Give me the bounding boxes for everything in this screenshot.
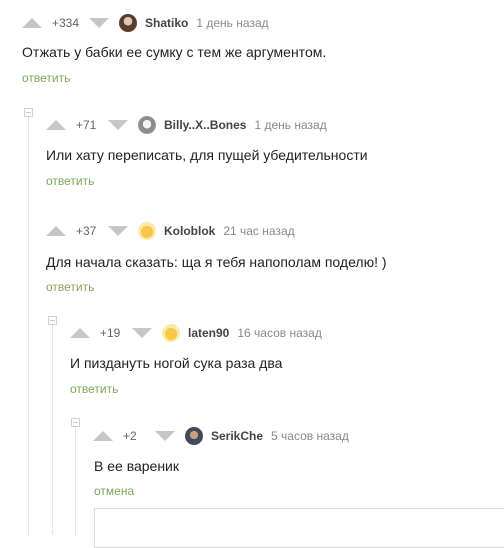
thread-line <box>28 116 29 536</box>
thread-line <box>52 324 53 534</box>
reply-link[interactable]: ответить <box>46 280 94 294</box>
arrow-up-icon[interactable] <box>93 431 113 441</box>
collapse-icon[interactable] <box>71 418 80 427</box>
comment-text: В ее вареник <box>94 458 180 474</box>
comment-time[interactable]: 5 часов назад <box>271 429 349 443</box>
comment-text: И пиздануть ногой сука раза два <box>70 355 283 371</box>
comment-author[interactable]: Shatiko <box>145 16 188 30</box>
comment-author[interactable]: Billy..X..Bones <box>164 118 246 132</box>
thread-line <box>75 426 76 536</box>
comment-header: +2 SerikChe 5 часов назад <box>93 426 349 446</box>
comment-time[interactable]: 16 часов назад <box>237 326 321 340</box>
arrow-down-icon[interactable] <box>108 120 128 130</box>
comment-text: Или хату переписать, для пущей убедитель… <box>46 147 368 163</box>
arrow-up-icon[interactable] <box>70 328 90 338</box>
comment-header: +19 laten90 16 часов назад <box>70 323 322 343</box>
avatar[interactable] <box>138 116 156 134</box>
reply-link[interactable]: ответить <box>70 382 118 396</box>
cancel-link[interactable]: отмена <box>94 484 134 498</box>
avatar[interactable] <box>119 14 138 32</box>
arrow-down-icon[interactable] <box>155 431 175 441</box>
comment-text: Отжать у бабки ее сумку с тем же аргумен… <box>22 44 327 60</box>
comment-author[interactable]: Koloblok <box>164 224 215 238</box>
arrow-up-icon[interactable] <box>46 226 66 236</box>
collapse-icon[interactable] <box>48 316 57 325</box>
arrow-down-icon[interactable] <box>89 18 110 28</box>
comment-time[interactable]: 1 день назад <box>196 16 268 30</box>
comment-rating: +2 <box>123 429 137 443</box>
collapse-icon[interactable] <box>24 108 33 117</box>
comment-header: +37 Koloblok 21 час назад <box>46 221 295 241</box>
comment-header: +71 Billy..X..Bones 1 день назад <box>46 115 327 135</box>
comment-rating: +334 <box>52 16 80 30</box>
comment-author[interactable]: laten90 <box>188 326 229 340</box>
comment-rating: +19 <box>100 326 121 340</box>
reply-link[interactable]: ответить <box>46 174 94 188</box>
comment-rating: +71 <box>76 118 97 132</box>
arrow-down-icon[interactable] <box>108 226 128 236</box>
comment-time[interactable]: 1 день назад <box>254 118 326 132</box>
reply-input[interactable] <box>94 508 504 548</box>
avatar[interactable] <box>138 222 156 240</box>
arrow-up-icon[interactable] <box>46 120 66 130</box>
comment-text: Для начала сказать: ща я тебя напополам … <box>46 254 387 270</box>
avatar[interactable] <box>185 427 203 445</box>
comment-author[interactable]: SerikChe <box>211 429 263 443</box>
avatar[interactable] <box>162 324 180 342</box>
comment-time[interactable]: 21 час назад <box>223 224 294 238</box>
reply-link[interactable]: ответить <box>22 71 70 85</box>
arrow-up-icon[interactable] <box>22 18 42 28</box>
comment-header: +334 Shatiko 1 день назад <box>22 13 269 33</box>
arrow-down-icon[interactable] <box>132 328 152 338</box>
comment-rating: +37 <box>76 224 97 238</box>
